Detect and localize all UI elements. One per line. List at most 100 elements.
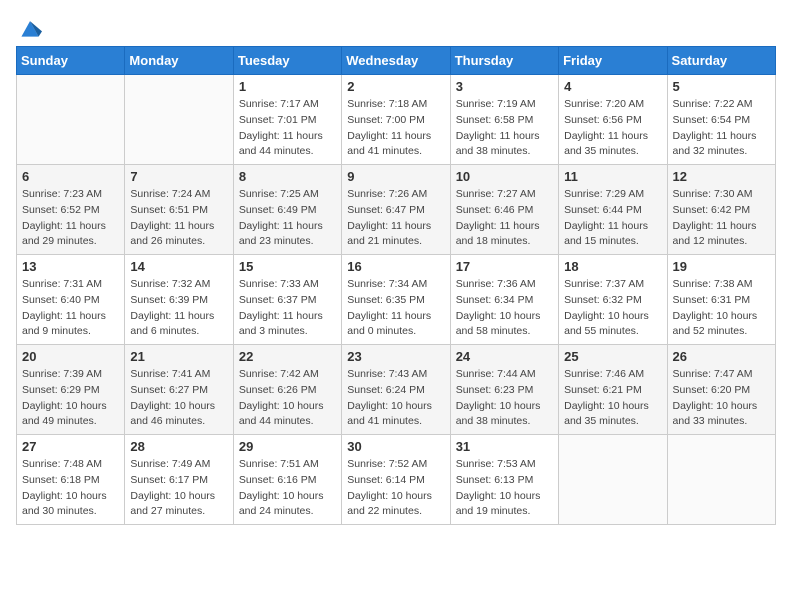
calendar-day-21: 21 Sunrise: 7:41 AMSunset: 6:27 PMDayligh… [125,345,233,435]
day-number: 17 [456,259,553,274]
calendar-empty-cell [125,75,233,165]
day-number: 28 [130,439,227,454]
day-number: 31 [456,439,553,454]
day-info: Sunrise: 7:23 AMSunset: 6:52 PMDaylight:… [22,187,119,250]
day-info: Sunrise: 7:25 AMSunset: 6:49 PMDaylight:… [239,187,336,250]
calendar-week-row: 20 Sunrise: 7:39 AMSunset: 6:29 PMDayligh… [17,345,776,435]
day-number: 3 [456,79,553,94]
calendar-week-row: 13Sunrise: 7:31 AMSunset: 6:40 PMDayligh… [17,255,776,345]
weekday-header-friday: Friday [559,47,667,75]
calendar-empty-cell [559,435,667,525]
day-number: 30 [347,439,444,454]
day-number: 21 [130,349,227,364]
calendar-day-6: 6 Sunrise: 7:23 AMSunset: 6:52 PMDaylight… [17,165,125,255]
day-number: 23 [347,349,444,364]
calendar-day-20: 20 Sunrise: 7:39 AMSunset: 6:29 PMDayligh… [17,345,125,435]
day-info: Sunrise: 7:47 AMSunset: 6:20 PMDaylight:… [673,367,770,430]
calendar-week-row: 27 Sunrise: 7:48 AMSunset: 6:18 PMDayligh… [17,435,776,525]
calendar-day-4: 4 Sunrise: 7:20 AMSunset: 6:56 PMDaylight… [559,75,667,165]
day-number: 13 [22,259,119,274]
weekday-header-tuesday: Tuesday [233,47,341,75]
calendar-day-19: 19 Sunrise: 7:38 AMSunset: 6:31 PMDayligh… [667,255,775,345]
day-info: Sunrise: 7:52 AMSunset: 6:14 PMDaylight:… [347,457,444,520]
calendar-day-15: 15 Sunrise: 7:33 AMSunset: 6:37 PMDayligh… [233,255,341,345]
day-number: 27 [22,439,119,454]
day-info: Sunrise: 7:41 AMSunset: 6:27 PMDaylight:… [130,367,227,430]
day-info: Sunrise: 7:20 AMSunset: 6:56 PMDaylight:… [564,97,661,160]
day-number: 20 [22,349,119,364]
calendar-day-13: 13Sunrise: 7:31 AMSunset: 6:40 PMDayligh… [17,255,125,345]
day-number: 15 [239,259,336,274]
day-number: 7 [130,169,227,184]
day-info: Sunrise: 7:37 AMSunset: 6:32 PMDaylight:… [564,277,661,340]
day-number: 29 [239,439,336,454]
day-number: 4 [564,79,661,94]
day-number: 16 [347,259,444,274]
day-info: Sunrise: 7:46 AMSunset: 6:21 PMDaylight:… [564,367,661,430]
calendar-day-29: 29 Sunrise: 7:51 AMSunset: 6:16 PMDayligh… [233,435,341,525]
day-info: Sunrise: 7:44 AMSunset: 6:23 PMDaylight:… [456,367,553,430]
calendar-day-8: 8 Sunrise: 7:25 AMSunset: 6:49 PMDaylight… [233,165,341,255]
calendar-day-17: 17 Sunrise: 7:36 AMSunset: 6:34 PMDayligh… [450,255,558,345]
calendar-day-30: 30 Sunrise: 7:52 AMSunset: 6:14 PMDayligh… [342,435,450,525]
day-info: Sunrise: 7:36 AMSunset: 6:34 PMDaylight:… [456,277,553,340]
calendar-day-2: 2Sunrise: 7:18 AMSunset: 7:00 PMDaylight… [342,75,450,165]
day-info: Sunrise: 7:38 AMSunset: 6:31 PMDaylight:… [673,277,770,340]
day-number: 5 [673,79,770,94]
calendar-day-7: 7 Sunrise: 7:24 AMSunset: 6:51 PMDaylight… [125,165,233,255]
day-number: 19 [673,259,770,274]
calendar-day-27: 27 Sunrise: 7:48 AMSunset: 6:18 PMDayligh… [17,435,125,525]
day-number: 2 [347,79,444,94]
calendar-day-3: 3Sunrise: 7:19 AMSunset: 6:58 PMDaylight… [450,75,558,165]
day-number: 6 [22,169,119,184]
logo [16,16,42,36]
day-info: Sunrise: 7:24 AMSunset: 6:51 PMDaylight:… [130,187,227,250]
day-info: Sunrise: 7:26 AMSunset: 6:47 PMDaylight:… [347,187,444,250]
day-number: 18 [564,259,661,274]
day-info: Sunrise: 7:22 AMSunset: 6:54 PMDaylight:… [673,97,770,160]
day-number: 14 [130,259,227,274]
day-info: Sunrise: 7:53 AMSunset: 6:13 PMDaylight:… [456,457,553,520]
calendar-header-row: SundayMondayTuesdayWednesdayThursdayFrid… [17,47,776,75]
calendar-day-22: 22 Sunrise: 7:42 AMSunset: 6:26 PMDayligh… [233,345,341,435]
weekday-header-monday: Monday [125,47,233,75]
day-number: 8 [239,169,336,184]
calendar-day-12: 12 Sunrise: 7:30 AMSunset: 6:42 PMDayligh… [667,165,775,255]
calendar-empty-cell [667,435,775,525]
logo-icon [18,16,42,40]
day-info: Sunrise: 7:27 AMSunset: 6:46 PMDaylight:… [456,187,553,250]
day-number: 25 [564,349,661,364]
day-number: 10 [456,169,553,184]
calendar-empty-cell [17,75,125,165]
day-info: Sunrise: 7:51 AMSunset: 6:16 PMDaylight:… [239,457,336,520]
calendar-day-25: 25 Sunrise: 7:46 AMSunset: 6:21 PMDayligh… [559,345,667,435]
calendar-day-5: 5 Sunrise: 7:22 AMSunset: 6:54 PMDaylight… [667,75,775,165]
calendar-week-row: 1 Sunrise: 7:17 AMSunset: 7:01 PMDaylight… [17,75,776,165]
calendar-day-11: 11Sunrise: 7:29 AMSunset: 6:44 PMDayligh… [559,165,667,255]
day-info: Sunrise: 7:33 AMSunset: 6:37 PMDaylight:… [239,277,336,340]
day-info: Sunrise: 7:17 AMSunset: 7:01 PMDaylight:… [239,97,336,160]
day-number: 24 [456,349,553,364]
calendar-day-23: 23 Sunrise: 7:43 AMSunset: 6:24 PMDayligh… [342,345,450,435]
page-header [16,16,776,36]
day-number: 1 [239,79,336,94]
day-info: Sunrise: 7:32 AMSunset: 6:39 PMDaylight:… [130,277,227,340]
day-number: 22 [239,349,336,364]
day-info: Sunrise: 7:30 AMSunset: 6:42 PMDaylight:… [673,187,770,250]
day-number: 26 [673,349,770,364]
day-number: 9 [347,169,444,184]
calendar-day-26: 26 Sunrise: 7:47 AMSunset: 6:20 PMDayligh… [667,345,775,435]
day-info: Sunrise: 7:49 AMSunset: 6:17 PMDaylight:… [130,457,227,520]
calendar-day-9: 9 Sunrise: 7:26 AMSunset: 6:47 PMDaylight… [342,165,450,255]
weekday-header-saturday: Saturday [667,47,775,75]
calendar-day-31: 31 Sunrise: 7:53 AMSunset: 6:13 PMDayligh… [450,435,558,525]
calendar-day-28: 28 Sunrise: 7:49 AMSunset: 6:17 PMDayligh… [125,435,233,525]
weekday-header-thursday: Thursday [450,47,558,75]
day-info: Sunrise: 7:34 AMSunset: 6:35 PMDaylight:… [347,277,444,340]
calendar-table: SundayMondayTuesdayWednesdayThursdayFrid… [16,46,776,525]
day-info: Sunrise: 7:39 AMSunset: 6:29 PMDaylight:… [22,367,119,430]
day-info: Sunrise: 7:48 AMSunset: 6:18 PMDaylight:… [22,457,119,520]
day-info: Sunrise: 7:43 AMSunset: 6:24 PMDaylight:… [347,367,444,430]
day-info: Sunrise: 7:42 AMSunset: 6:26 PMDaylight:… [239,367,336,430]
day-number: 12 [673,169,770,184]
